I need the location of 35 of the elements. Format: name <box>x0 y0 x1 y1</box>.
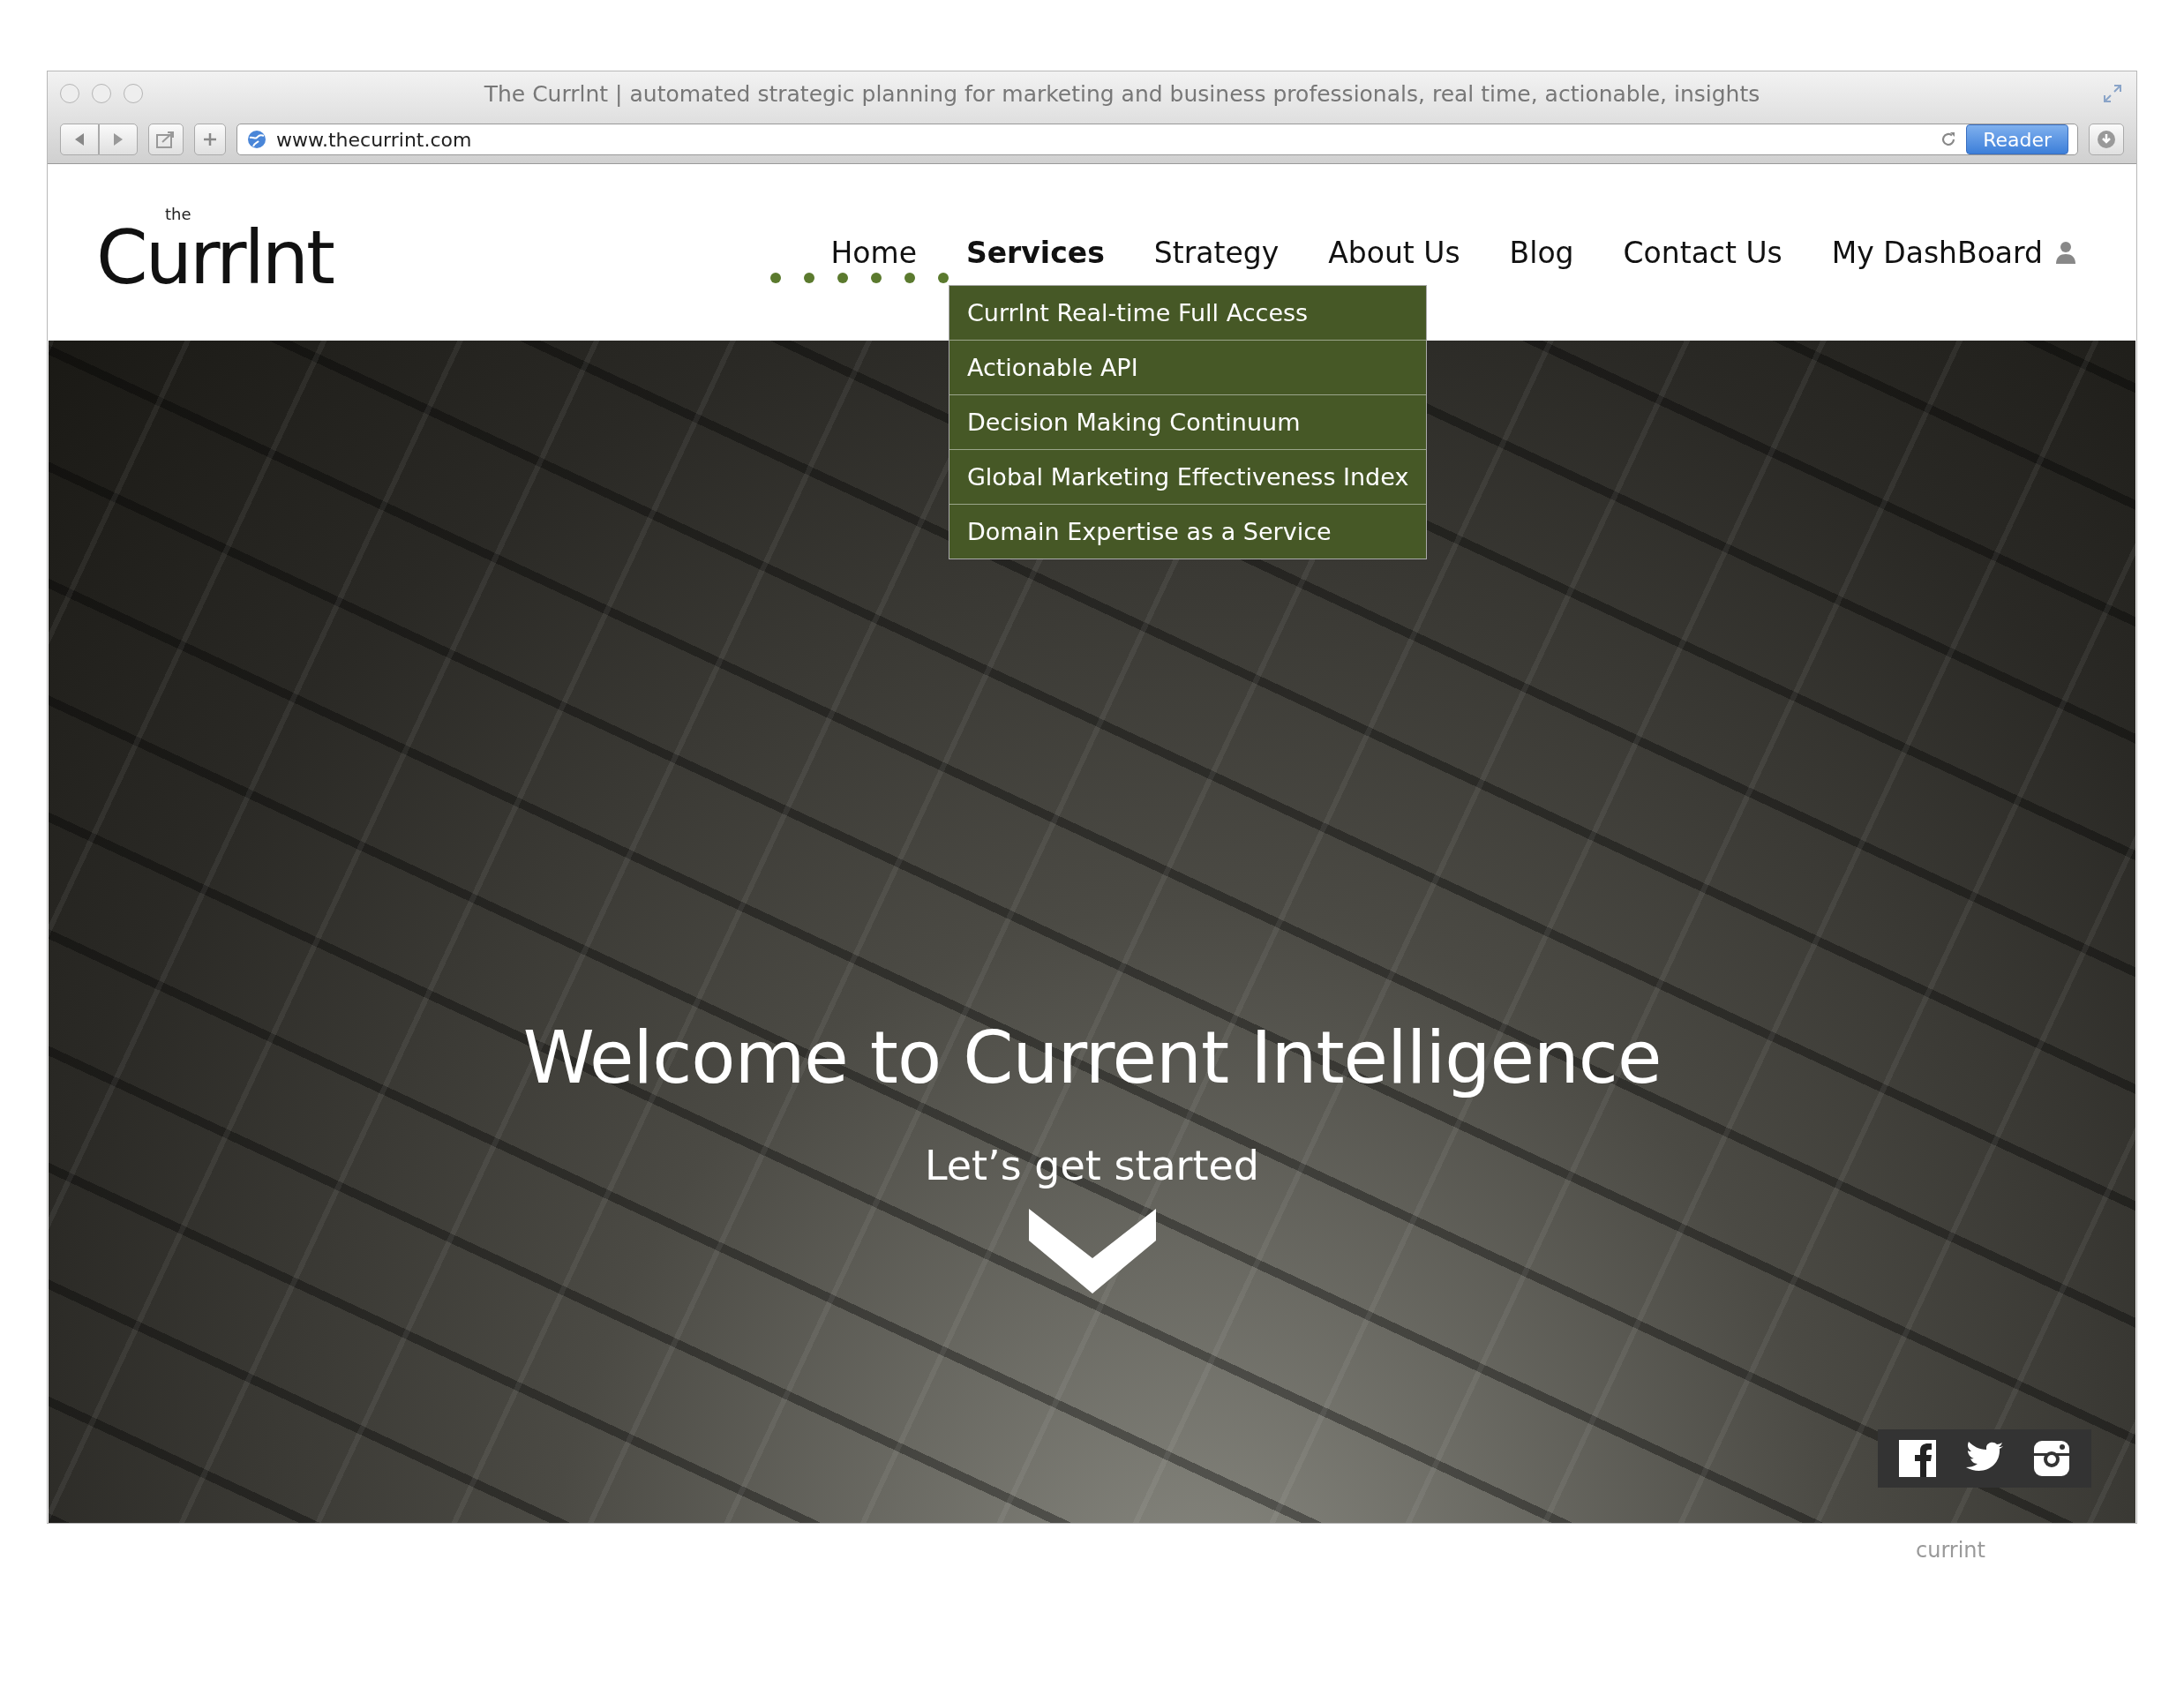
logo[interactable]: the Currlnt <box>96 204 340 301</box>
fullscreen-icon[interactable] <box>2101 82 2124 105</box>
nav-link[interactable]: Contact Us <box>1598 235 1807 270</box>
forward-icon <box>112 132 124 146</box>
downloads-button[interactable] <box>2089 124 2124 155</box>
back-icon <box>73 132 86 146</box>
address-field[interactable]: www.thecurrint.com Reader <box>236 124 2078 155</box>
instagram-icon[interactable] <box>2031 1438 2072 1479</box>
add-button[interactable] <box>194 124 226 155</box>
nav-link[interactable]: Strategy <box>1129 235 1304 270</box>
dropdown-item[interactable]: Decision Making Continuum <box>949 394 1426 450</box>
hero-subtitle: Let’s get started <box>924 1142 1260 1189</box>
back-button[interactable] <box>60 124 99 155</box>
chevron-down-icon[interactable] <box>1028 1209 1156 1293</box>
nav-link[interactable]: About Us <box>1303 235 1485 270</box>
user-icon <box>2055 241 2076 264</box>
forward-button[interactable] <box>99 124 138 155</box>
nav-link[interactable]: Services <box>941 235 1130 270</box>
footer-text: currint <box>1916 1538 1985 1563</box>
dropdown-item[interactable]: Domain Expertise as a Service <box>949 504 1426 559</box>
plus-icon <box>202 131 218 147</box>
globe-icon <box>246 129 267 150</box>
dropdown-item[interactable]: Global Marketing Effectiveness Index <box>949 449 1426 505</box>
share-icon <box>155 130 176 149</box>
facebook-icon[interactable] <box>1897 1438 1938 1479</box>
url-text: www.thecurrint.com <box>276 128 473 151</box>
nav-link[interactable]: My DashBoard <box>1806 235 2101 270</box>
download-icon <box>2096 129 2117 150</box>
dropdown-item[interactable]: Actionable API <box>949 340 1426 395</box>
nav-link[interactable]: Home <box>806 235 942 270</box>
share-button[interactable] <box>148 124 184 155</box>
hero-title: Welcome to Current Intelligence <box>522 1016 1662 1099</box>
dropdown-item[interactable]: Currlnt Real-time Full Access <box>949 285 1426 341</box>
nav-link[interactable]: Blog <box>1484 235 1599 270</box>
window-title: The Currlnt | automated strategic planning for marketing and business professionals, real time, actionable, insights <box>483 80 1761 107</box>
